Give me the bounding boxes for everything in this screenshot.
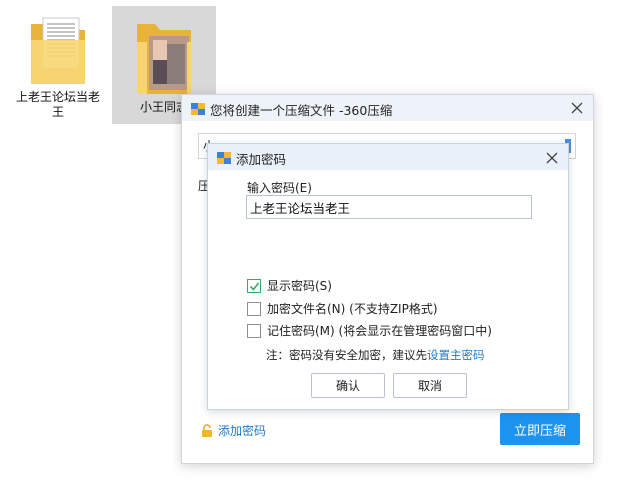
add-password-title: 添加密码 [236, 152, 287, 167]
desktop-folder-1[interactable]: 上老王论坛当老王 [10, 10, 106, 130]
password-input[interactable] [246, 195, 532, 219]
close-icon[interactable] [544, 150, 560, 166]
encrypt-filenames-checkbox[interactable] [247, 301, 261, 316]
remember-password-label: 记住密码(M) (将会显示在管理密码窗口中) [267, 324, 492, 338]
encrypt-filenames-label: 加密文件名(N) (不支持ZIP格式) [267, 302, 438, 316]
show-password-checkbox[interactable] [247, 278, 261, 293]
encrypt-filenames-option[interactable]: 加密文件名(N) (不支持ZIP格式) [247, 300, 438, 317]
lock-icon [202, 423, 212, 437]
compress-now-button[interactable]: 立即压缩 [500, 413, 580, 445]
password-input-label: 输入密码(E) [247, 181, 312, 195]
cancel-button[interactable]: 取消 [393, 373, 467, 398]
security-note-text: 注：密码没有安全加密，建议先 [266, 348, 427, 362]
confirm-button[interactable]: 确认 [311, 373, 385, 398]
compress-dialog-titlebar[interactable]: 您将创建一个压缩文件 -360压缩 [182, 95, 593, 121]
checkmark-icon [249, 282, 260, 291]
add-password-link[interactable]: 添加密码 [200, 422, 266, 439]
remember-password-checkbox[interactable] [247, 323, 261, 338]
show-password-label: 显示密码(S) [267, 279, 332, 293]
security-note: 注：密码没有安全加密，建议先设置主密码 [266, 347, 485, 363]
set-master-password-link[interactable]: 设置主密码 [427, 348, 485, 362]
add-password-link-label: 添加密码 [218, 424, 267, 438]
app-360zip-icon [191, 103, 205, 115]
remember-password-option[interactable]: 记住密码(M) (将会显示在管理密码窗口中) [247, 322, 492, 339]
add-password-dialog: 添加密码 输入密码(E) 显示密码(S) 加密文件名(N) (不支持ZIP格式)… [207, 143, 569, 410]
desktop-folder-1-label: 上老王论坛当老王 [15, 90, 100, 119]
compress-dialog-title: 您将创建一个压缩文件 -360压缩 [210, 103, 393, 118]
folder-icon [31, 17, 85, 84]
add-password-titlebar[interactable]: 添加密码 [208, 144, 568, 170]
folder-icon [137, 24, 191, 94]
close-icon[interactable] [569, 100, 585, 116]
show-password-option[interactable]: 显示密码(S) [247, 277, 332, 294]
app-360zip-icon [217, 152, 231, 164]
